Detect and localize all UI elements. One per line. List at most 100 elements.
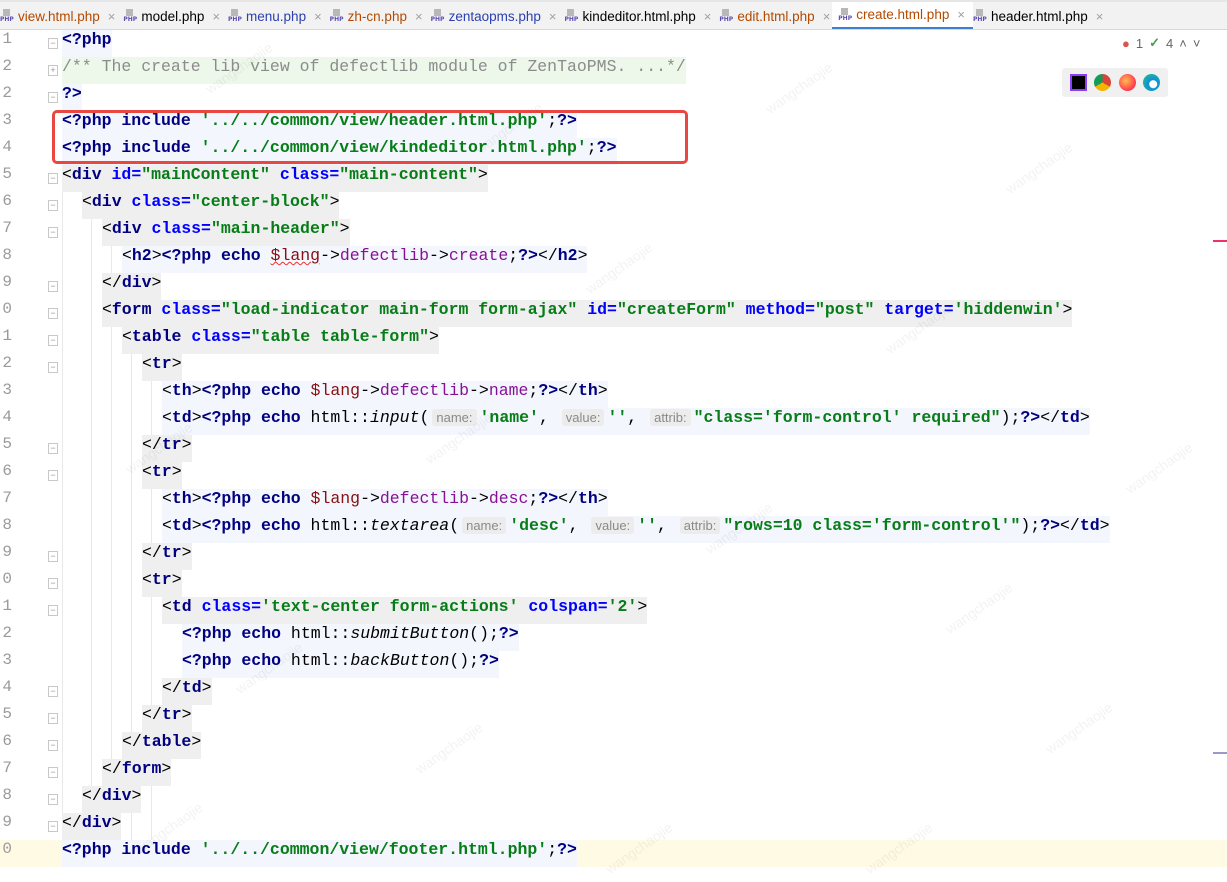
tab-edit-html-php[interactable]: PHP edit.html.php × — [713, 2, 838, 29]
close-icon[interactable]: × — [212, 9, 220, 24]
php-icon-label: PHP — [123, 16, 138, 23]
code-line[interactable]: 4 − </td> — [0, 678, 1227, 705]
code-token: < — [162, 597, 172, 616]
code-line[interactable]: 6 − <div class="center-block"> — [0, 192, 1227, 219]
tab-kindeditor-html-php[interactable]: PHP kindeditor.html.php × — [558, 2, 719, 29]
code-line[interactable]: 7 − <div class="main-header"> — [0, 219, 1227, 246]
code-line[interactable]: 8 <td><?php echo html::textarea(name:'des… — [0, 516, 1227, 543]
fold-collapse-icon[interactable]: − — [48, 578, 58, 589]
fold-collapse-icon[interactable]: − — [48, 686, 58, 697]
fold-collapse-icon[interactable]: − — [48, 470, 58, 481]
code-line[interactable]: 1 − <td class='text-center form-actions' c… — [0, 597, 1227, 624]
fold-collapse-icon[interactable]: − — [48, 227, 58, 238]
code-line[interactable]: 9− </div> — [0, 813, 1227, 840]
chevron-up-icon[interactable]: ˄ — [1179, 36, 1187, 51]
code-line[interactable]: 5 − </tr> — [0, 435, 1227, 462]
code-token: ?> — [1040, 516, 1060, 535]
chevron-down-icon[interactable]: ˅ — [1193, 36, 1201, 51]
close-icon[interactable]: × — [415, 9, 423, 24]
code-token: th — [171, 489, 192, 508]
fold-expand-icon[interactable]: + — [48, 65, 58, 76]
tab-model-php[interactable]: PHP model.php × — [117, 2, 228, 29]
code-line[interactable]: 2 <?php echo html::submitButton();?> — [0, 624, 1227, 651]
fold-collapse-icon[interactable]: − — [48, 335, 58, 346]
fold-collapse-icon[interactable]: − — [48, 281, 58, 292]
close-icon[interactable]: × — [704, 9, 712, 24]
tab-header-html-php[interactable]: PHP header.html.php × — [967, 2, 1111, 29]
tab-menu-php[interactable]: PHP menu.php × — [222, 2, 330, 29]
fold-collapse-icon[interactable]: − — [48, 605, 58, 616]
code-line[interactable]: 2 − <tr> — [0, 354, 1227, 381]
edge-icon[interactable] — [1143, 74, 1161, 91]
close-icon[interactable]: × — [108, 9, 116, 24]
close-icon[interactable]: × — [957, 7, 965, 22]
fold-collapse-icon[interactable]: − — [48, 713, 58, 724]
tab-view-html-php[interactable]: PHP view.html.php × — [0, 2, 123, 29]
code-line[interactable]: 1 − <table class="table table-form"> — [0, 327, 1227, 354]
fold-collapse-icon[interactable]: − — [48, 92, 58, 103]
code-line[interactable]: 9− </div> — [0, 273, 1227, 300]
code-line[interactable]: 6 − </table> — [0, 732, 1227, 759]
fold-collapse-icon[interactable]: − — [48, 362, 58, 373]
line-number: 8 — [2, 516, 12, 534]
tab-create-html-php[interactable]: PHP create.html.php × — [832, 2, 973, 29]
code-line[interactable]: 3 <?php echo html::backButton();?> — [0, 651, 1227, 678]
code-token: '2' — [607, 597, 638, 616]
close-icon[interactable]: × — [314, 9, 322, 24]
firefox-icon[interactable] — [1118, 74, 1136, 91]
code-line[interactable]: 1 − <?php — [0, 30, 1227, 57]
code-token: ?> — [479, 651, 499, 670]
code-line[interactable]: 7 − </form> — [0, 759, 1227, 786]
code-token: > — [191, 516, 202, 535]
code-line[interactable]: 3 <th><?php echo $lang->defectlib->name;?… — [0, 381, 1227, 408]
code-line[interactable]: 2 − ?> — [0, 84, 1227, 111]
line-number: 1 — [2, 30, 12, 48]
code-line[interactable]: 8 − </div> — [0, 786, 1227, 813]
code-line[interactable]: 6 − <tr> — [0, 462, 1227, 489]
line-number: 6 — [2, 732, 12, 750]
close-icon[interactable]: × — [1096, 9, 1104, 24]
code-line[interactable]: 9 − </tr> — [0, 543, 1227, 570]
code-line[interactable]: 5 − <div id="mainContent" class="main-cont… — [0, 165, 1227, 192]
fold-collapse-icon[interactable]: − — [48, 767, 58, 778]
fold-collapse-icon[interactable]: − — [48, 173, 58, 184]
close-icon[interactable]: × — [823, 9, 831, 24]
tab-zh-cn-php[interactable]: PHP zh-cn.php × — [324, 2, 431, 29]
chrome-icon[interactable] — [1094, 74, 1112, 91]
code-line[interactable]: 0 − <form class="load-indicator main-form … — [0, 300, 1227, 327]
fold-collapse-icon[interactable]: − — [48, 443, 58, 454]
code-token: > — [171, 462, 182, 481]
code-line[interactable]: 5 − </tr> — [0, 705, 1227, 732]
code-token: backButton — [350, 651, 450, 670]
fold-collapse-icon[interactable]: − — [48, 821, 58, 832]
code-text: <td class='text-center form-actions' col… — [162, 597, 648, 624]
code-line[interactable]: 2 + /** The create lib view of defectlib m… — [0, 57, 1227, 84]
fold-collapse-icon[interactable]: − — [48, 38, 58, 49]
code-token: > — [477, 165, 488, 184]
code-token: 'text-center form-actions' — [261, 597, 529, 616]
parameter-hint: value: — [591, 517, 635, 534]
fold-collapse-icon[interactable]: − — [48, 200, 58, 211]
code-line[interactable]: 7 <th><?php echo $lang->defectlib->desc;?… — [0, 489, 1227, 516]
parameter-hint: attrib: — [650, 409, 691, 426]
close-icon[interactable]: × — [549, 9, 557, 24]
code-text: <div id="mainContent" class="main-conten… — [62, 165, 488, 192]
line-number: 9 — [2, 273, 12, 291]
code-line[interactable]: 8 <h2><?php echo $lang->defectlib->create… — [0, 246, 1227, 273]
fold-collapse-icon[interactable]: − — [48, 551, 58, 562]
phpstorm-icon[interactable] — [1069, 74, 1087, 91]
error-stripe-mark[interactable] — [1213, 240, 1227, 242]
error-stripe-mark[interactable] — [1213, 752, 1227, 754]
code-line[interactable]: 4 <td><?php echo html::input(name:'name',… — [0, 408, 1227, 435]
code-token: < — [102, 300, 112, 319]
code-line[interactable]: 0 <?php include '../../common/view/footer… — [0, 840, 1227, 867]
fold-collapse-icon[interactable]: − — [48, 308, 58, 319]
code-token: <?php echo — [201, 381, 311, 400]
code-line[interactable]: 0 − <tr> — [0, 570, 1227, 597]
tab-zentaopms-php[interactable]: PHP zentaopms.php × — [425, 2, 565, 29]
inspection-widget[interactable]: ● 1 ✓ 4 ˄ ˅ — [1122, 32, 1227, 54]
fold-collapse-icon[interactable]: − — [48, 740, 58, 751]
code-token: form — [111, 300, 162, 319]
php-file-icon: PHP — [0, 9, 14, 23]
fold-collapse-icon[interactable]: − — [48, 794, 58, 805]
